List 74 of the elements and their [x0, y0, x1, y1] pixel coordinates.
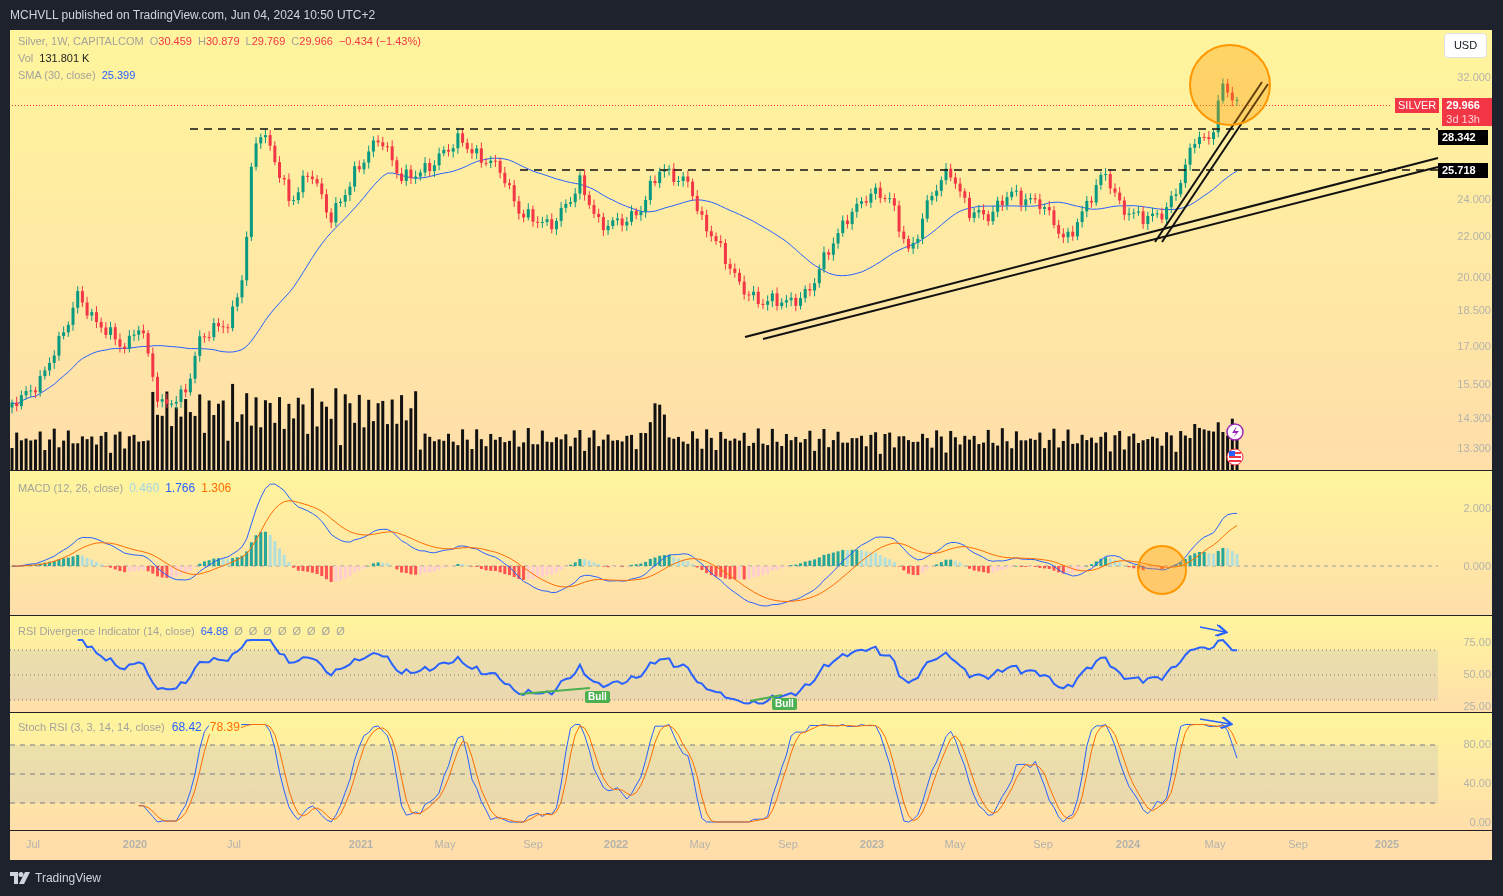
- symbol-title: Silver, 1W, CAPITALCOM: [18, 34, 144, 48]
- trend-arrow: [1199, 715, 1233, 730]
- indicator-title: Stoch RSI (3, 3, 14, 14, close): [18, 720, 165, 734]
- time-axis-label: Sep: [523, 839, 543, 850]
- last-price-tag: 29.966 3d 13h: [1442, 98, 1493, 126]
- time-axis-label: 2023: [859, 839, 885, 850]
- price-axis-label: 13.300: [1457, 442, 1491, 454]
- divergence-label: Ø: [321, 624, 331, 638]
- time-axis-label: 2021: [348, 839, 374, 850]
- indicator-value: 25.399: [101, 68, 136, 82]
- publish-info: MCHVLL published on TradingView.com, Jun 04, 2024 10:50 UTC+2: [10, 7, 376, 24]
- divergence-label: Ø: [234, 624, 243, 638]
- price-axis-label: 24.000: [1457, 193, 1491, 205]
- time-axis-label: Sep: [1288, 839, 1308, 850]
- price-axis-label: 20.000: [1457, 271, 1491, 283]
- indicator-title: RSI Divergence Indicator (14, close): [18, 624, 195, 638]
- ohlc-value: O30.459: [149, 34, 192, 48]
- ohlc-value: H30.879: [197, 34, 240, 48]
- indicator-value: 78.39: [208, 720, 241, 734]
- price-axis-label: 32.000: [1457, 71, 1491, 83]
- macd-axis-label: 0.000: [1463, 560, 1491, 572]
- indicator-value: 1.766: [165, 481, 196, 495]
- time-axis-label: Jul: [226, 839, 242, 850]
- time-axis-label: Sep: [1033, 839, 1053, 850]
- symbol-tag: SILVER: [1395, 98, 1440, 113]
- indicator-label: SMA (30, close): [18, 68, 96, 82]
- indicator-value: 64.88: [200, 624, 229, 638]
- divergence-label: Ø: [248, 624, 258, 638]
- flag-icon[interactable]: [1226, 448, 1244, 466]
- price-axis-label: 18.500: [1457, 304, 1491, 316]
- ohlc-value: L29.769: [245, 34, 286, 48]
- level-price-tag: 25.718: [1438, 163, 1488, 178]
- rsi-axis-label: 50.00: [1463, 668, 1491, 680]
- rsi-axis-label: 75.00: [1463, 636, 1491, 648]
- time-axis-label: 2020: [122, 839, 148, 850]
- ohlc-value: C29.966: [291, 34, 333, 48]
- time-axis-label: 2025: [1374, 839, 1400, 850]
- indicator-value: 1.306: [201, 481, 232, 495]
- indicator-value: 68.42: [170, 720, 203, 734]
- price-axis-label: 22.000: [1457, 230, 1491, 242]
- price-axis-label: 15.500: [1457, 378, 1491, 390]
- divergence-label: Ø: [336, 624, 345, 638]
- bull-signal-tag: Bull: [772, 698, 797, 710]
- level-price-tag: 28.342: [1438, 130, 1488, 145]
- time-axis-label: May: [434, 839, 456, 850]
- divergence-label: Ø: [307, 624, 316, 638]
- indicator-value: 131.801 K: [39, 51, 90, 65]
- bull-signal-tag: Bull: [585, 691, 610, 703]
- price-axis-label: 17.000: [1457, 340, 1491, 352]
- time-axis-label: May: [1204, 839, 1226, 850]
- stoch-axis-label: 0.00: [1469, 816, 1491, 828]
- indicator-title: MACD (12, 26, close): [18, 481, 124, 495]
- price-axis-label: 14.300: [1457, 412, 1491, 424]
- time-axis-label: May: [689, 839, 711, 850]
- divergence-label: Ø: [292, 624, 302, 638]
- macd-axis-label: 2.000: [1463, 502, 1491, 514]
- logo-icon: [10, 872, 30, 884]
- lightning-icon[interactable]: [1226, 423, 1244, 441]
- brand-name: TradingView: [35, 870, 102, 887]
- rsi-axis-label: 25.00: [1463, 700, 1491, 712]
- divergence-label: Ø: [263, 624, 272, 638]
- time-axis-label: Sep: [778, 839, 798, 850]
- currency-button[interactable]: USD: [1444, 33, 1487, 58]
- highlight-circle: [1137, 545, 1187, 595]
- time-axis-label: Jul: [25, 839, 41, 850]
- indicator-label: Vol: [18, 51, 34, 65]
- indicator-value: 0.460: [129, 481, 160, 495]
- time-axis-label: 2022: [603, 839, 629, 850]
- price-change: −0.434 (−1.43%): [338, 34, 421, 48]
- stoch-axis-label: 80.00: [1463, 738, 1491, 750]
- time-axis-label: 2024: [1115, 839, 1141, 850]
- stoch-axis-label: 40.00: [1463, 777, 1491, 789]
- divergence-label: Ø: [277, 624, 287, 638]
- time-axis-label: May: [944, 839, 966, 850]
